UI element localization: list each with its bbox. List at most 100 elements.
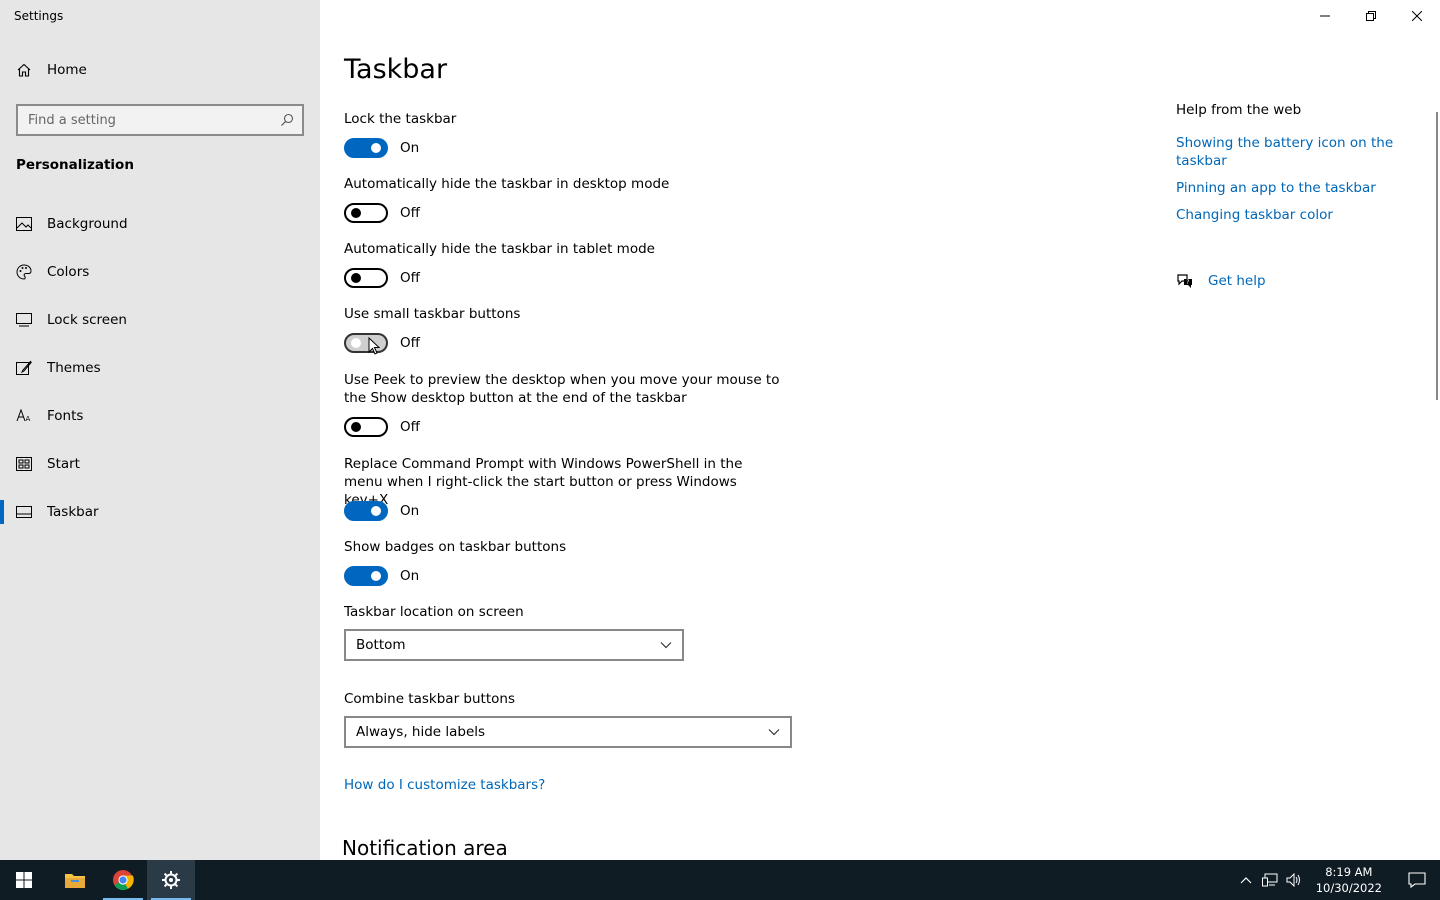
toggle-state: Off <box>400 335 420 351</box>
clock[interactable]: 8:19 AM 10/30/2022 <box>1306 864 1394 896</box>
sidebar-item-label: Fonts <box>47 408 84 424</box>
restore-icon <box>1366 11 1376 21</box>
powershell-toggle[interactable] <box>344 501 388 521</box>
minimize-icon <box>1320 15 1330 17</box>
select-value: Always, hide labels <box>356 724 486 740</box>
picture-icon <box>16 216 32 232</box>
minimize-button[interactable] <box>1302 0 1348 32</box>
select-value: Bottom <box>356 637 406 653</box>
help-link-pinning[interactable]: Pinning an app to the taskbar <box>1176 179 1416 197</box>
notification-icon <box>1408 872 1426 888</box>
chrome-button[interactable] <box>99 860 147 900</box>
speaker-icon <box>1286 873 1300 887</box>
get-help-row[interactable]: ? Get help <box>1176 272 1416 290</box>
search-icon[interactable] <box>280 113 294 127</box>
brush-icon <box>16 360 32 376</box>
sidebar-item-label: Colors <box>47 264 90 280</box>
sidebar-item-colors[interactable]: Colors <box>0 248 320 296</box>
search-input[interactable] <box>28 112 280 128</box>
setting-label: Use Peek to preview the desktop when you… <box>344 372 780 406</box>
sidebar-item-themes[interactable]: Themes <box>0 344 320 392</box>
sidebar-item-fonts[interactable]: A Fonts <box>0 392 320 440</box>
hide-desktop-toggle-row: Off <box>344 203 420 223</box>
font-icon: A <box>16 408 32 424</box>
peek-toggle[interactable] <box>344 417 388 437</box>
start-button[interactable] <box>0 860 48 900</box>
sidebar-item-lock-screen[interactable]: Lock screen <box>0 296 320 344</box>
network-icon <box>1261 873 1278 887</box>
setting-label: Automatically hide the taskbar in tablet… <box>344 241 655 257</box>
palette-icon <box>16 264 32 280</box>
settings-gear-icon <box>162 871 180 889</box>
taskbar-icon <box>16 504 32 520</box>
sidebar-item-taskbar[interactable]: Taskbar <box>0 488 320 536</box>
chrome-icon <box>113 870 134 891</box>
app-title: Settings <box>14 9 64 23</box>
powershell-toggle-row: On <box>344 501 419 521</box>
combine-buttons-select[interactable]: Always, hide labels <box>344 716 792 748</box>
sidebar-item-label: Themes <box>47 360 101 376</box>
settings-app-button[interactable] <box>147 860 195 900</box>
close-icon <box>1412 11 1422 21</box>
small-buttons-toggle[interactable] <box>344 333 388 353</box>
toggle-state: Off <box>400 419 420 435</box>
action-center-button[interactable] <box>1394 860 1440 900</box>
sidebar-item-label: Start <box>47 456 80 472</box>
svg-text:A: A <box>26 415 31 423</box>
sidebar-item-label: Background <box>47 216 128 232</box>
chevron-down-icon <box>768 724 780 740</box>
search-box[interactable] <box>16 104 304 136</box>
toggle-state: On <box>400 140 420 156</box>
sidebar-item-label: Taskbar <box>47 504 99 520</box>
setting-label: Lock the taskbar <box>344 111 457 127</box>
sidebar-item-background[interactable]: Background <box>0 200 320 248</box>
hide-tablet-toggle[interactable] <box>344 268 388 288</box>
mouse-cursor-icon <box>368 337 380 355</box>
chevron-down-icon <box>660 637 672 653</box>
combine-label: Combine taskbar buttons <box>344 691 515 707</box>
location-label: Taskbar location on screen <box>344 604 524 620</box>
windows-start-icon <box>16 872 32 888</box>
lock-taskbar-toggle[interactable] <box>344 138 388 158</box>
file-explorer-button[interactable] <box>51 860 99 900</box>
taskbar-location-select[interactable]: Bottom <box>344 629 684 661</box>
chevron-up-icon <box>1240 877 1252 884</box>
close-button[interactable] <box>1394 0 1440 32</box>
home-nav-item[interactable]: Home <box>16 62 87 78</box>
sidebar: Settings Home Personalization Background… <box>0 0 320 860</box>
clock-date: 10/30/2022 <box>1315 881 1382 895</box>
hide-desktop-toggle[interactable] <box>344 203 388 223</box>
network-button[interactable] <box>1258 860 1282 900</box>
restore-button[interactable] <box>1348 0 1394 32</box>
toggle-state: On <box>400 503 420 519</box>
volume-button[interactable] <box>1282 860 1306 900</box>
home-label: Home <box>47 62 87 78</box>
get-help-link[interactable]: Get help <box>1208 273 1266 289</box>
setting-label: Use small taskbar buttons <box>344 306 521 322</box>
sidebar-nav: Background Colors Lock screen Themes A F… <box>0 200 320 536</box>
customize-taskbars-link[interactable]: How do I customize taskbars? <box>344 777 545 793</box>
help-links: Showing the battery icon on the taskbar … <box>1176 134 1416 224</box>
page-title: Taskbar <box>344 54 448 85</box>
setting-label: Show badges on taskbar buttons <box>344 539 567 555</box>
system-tray: 8:19 AM 10/30/2022 <box>1234 860 1440 900</box>
monitor-icon <box>16 312 32 328</box>
help-panel: Help from the web Showing the battery ic… <box>1176 102 1416 290</box>
notification-area-heading: Notification area <box>342 836 508 860</box>
peek-toggle-row: Off <box>344 417 420 437</box>
section-title: Personalization <box>16 157 134 173</box>
small-buttons-toggle-row: Off <box>344 333 420 355</box>
sidebar-item-start[interactable]: Start <box>0 440 320 488</box>
help-link-battery-icon[interactable]: Showing the battery icon on the taskbar <box>1176 134 1416 170</box>
scrollbar[interactable] <box>1436 112 1438 400</box>
clock-time: 8:19 AM <box>1325 865 1373 879</box>
toggle-state: Off <box>400 205 420 221</box>
toggle-state: On <box>400 568 420 584</box>
windows-taskbar: 8:19 AM 10/30/2022 <box>0 860 1440 900</box>
svg-text:?: ? <box>1186 279 1189 286</box>
show-hidden-icons-button[interactable] <box>1234 860 1258 900</box>
help-title: Help from the web <box>1176 102 1302 118</box>
help-link-taskbar-color[interactable]: Changing taskbar color <box>1176 206 1416 224</box>
sidebar-item-label: Lock screen <box>47 312 127 328</box>
badges-toggle[interactable] <box>344 566 388 586</box>
